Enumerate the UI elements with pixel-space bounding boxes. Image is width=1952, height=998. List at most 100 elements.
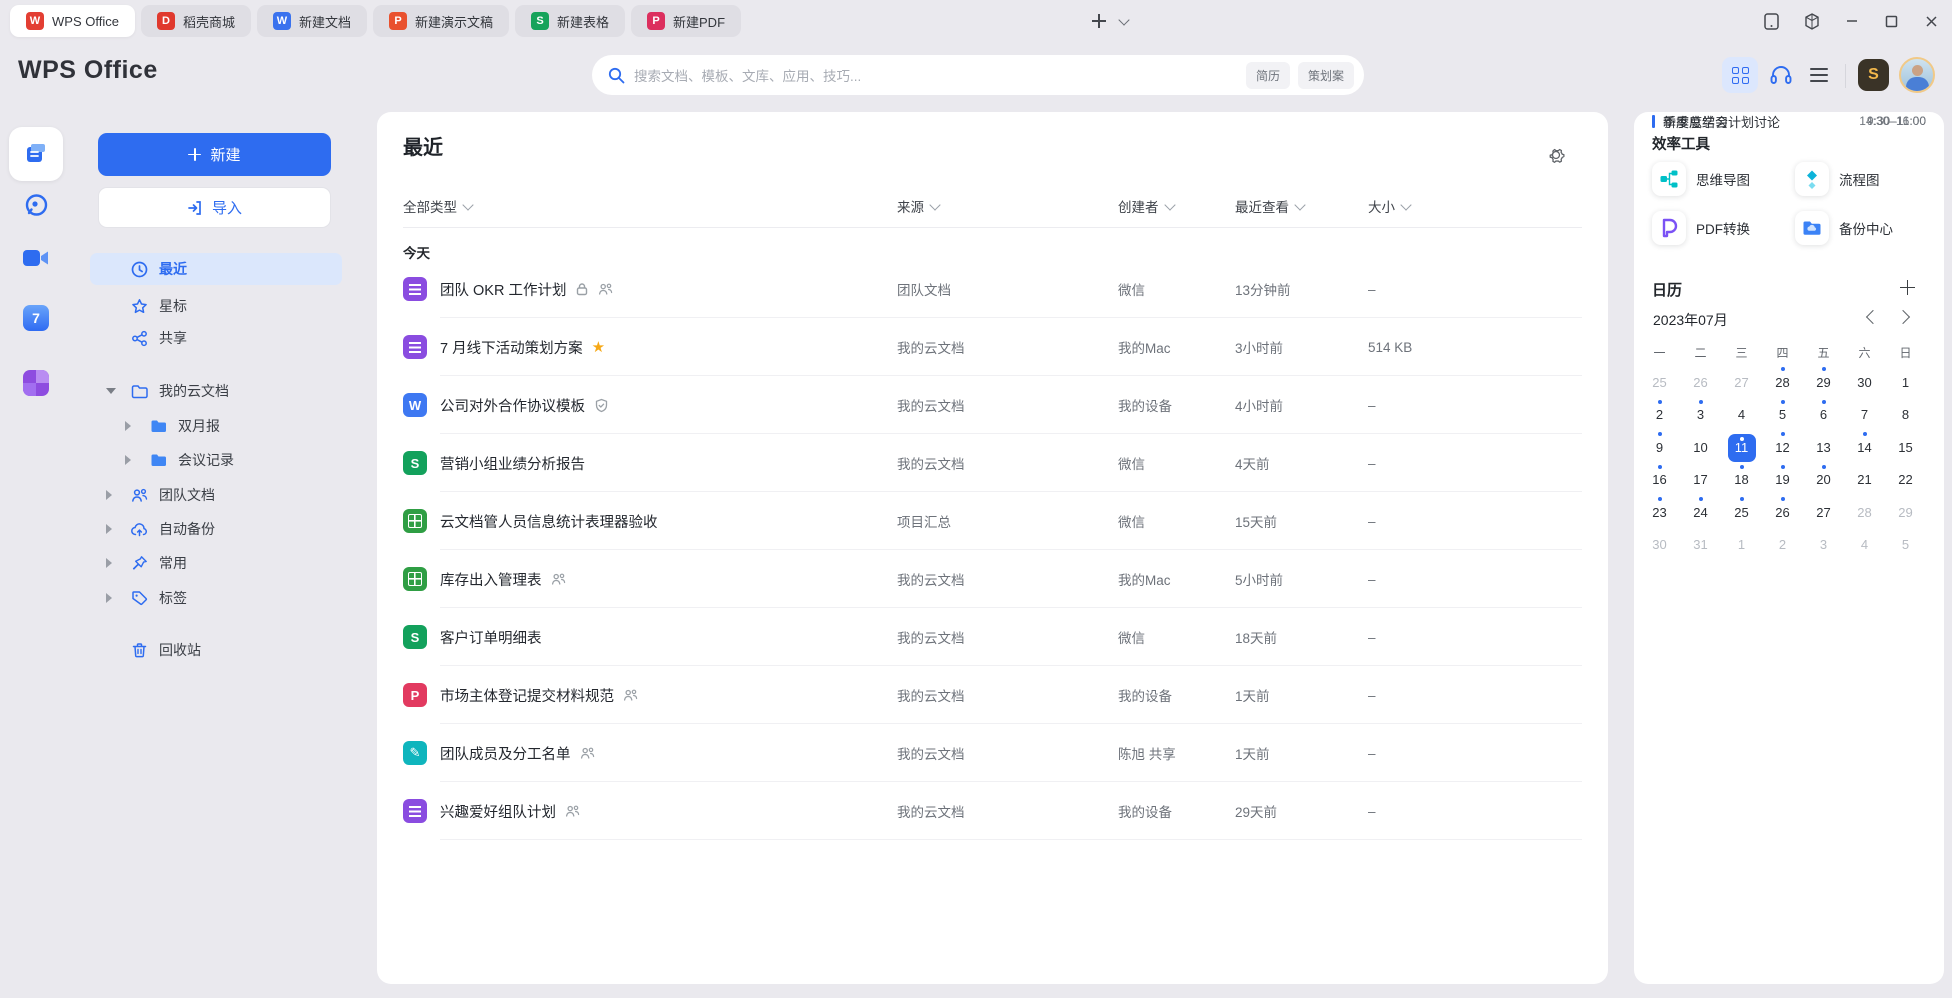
rail-item-apps[interactable]: [9, 361, 63, 405]
calendar-day[interactable]: 30: [1639, 529, 1680, 562]
calendar-day[interactable]: 15: [1885, 431, 1926, 464]
new-document-button[interactable]: 新建: [98, 133, 331, 176]
calendar-day[interactable]: 12: [1762, 431, 1803, 464]
global-menu-button[interactable]: [1810, 68, 1828, 82]
calendar-day[interactable]: 16: [1639, 464, 1680, 497]
search-bar[interactable]: 搜索文档、模板、文库、应用、技巧... 简历 策划案: [592, 55, 1364, 95]
close-button[interactable]: [1923, 13, 1940, 30]
calendar-day[interactable]: 3: [1803, 529, 1844, 562]
app-tab[interactable]: S 新建表格: [515, 5, 625, 37]
app-tab[interactable]: P 新建演示文稿: [373, 5, 509, 37]
maximize-button[interactable]: [1883, 13, 1900, 30]
calendar-day[interactable]: 13: [1803, 431, 1844, 464]
sidebar-item-team-docs[interactable]: 团队文档: [90, 479, 342, 511]
tool-pdf-convert[interactable]: PDF转换: [1652, 210, 1750, 246]
app-tab[interactable]: D 稻壳商城: [141, 5, 251, 37]
calendar-next-button[interactable]: [1896, 310, 1910, 324]
tool-mindmap[interactable]: 思维导图: [1652, 161, 1750, 197]
calendar-day[interactable]: 4: [1844, 529, 1885, 562]
calendar-day[interactable]: 25: [1639, 366, 1680, 399]
calendar-day[interactable]: 28: [1844, 496, 1885, 529]
add-event-button[interactable]: [1900, 280, 1915, 295]
calendar-day[interactable]: 24: [1680, 496, 1721, 529]
filter-last-viewed[interactable]: 最近查看: [1235, 196, 1304, 216]
expand-triangle-icon[interactable]: [125, 421, 131, 431]
calendar-day[interactable]: 21: [1844, 464, 1885, 497]
app-tab[interactable]: W WPS Office: [10, 5, 135, 37]
file-row[interactable]: 团队 OKR 工作计划 团队文档 微信 13分钟前 –: [377, 260, 1608, 318]
user-avatar[interactable]: [1899, 57, 1935, 93]
expand-triangle-icon[interactable]: [106, 490, 112, 500]
calendar-day[interactable]: 5: [1885, 529, 1926, 562]
new-tab-button[interactable]: [1092, 14, 1106, 28]
app-tab[interactable]: W 新建文档: [257, 5, 367, 37]
minimize-button[interactable]: [1843, 13, 1860, 30]
calendar-prev-button[interactable]: [1866, 310, 1880, 324]
expand-triangle-icon[interactable]: [125, 455, 131, 465]
file-row[interactable]: 库存出入管理表 我的云文档 我的Mac 5小时前 –: [377, 550, 1608, 608]
app-tab[interactable]: P 新建PDF: [631, 5, 741, 37]
rail-item-meeting[interactable]: [9, 236, 63, 280]
calendar-day[interactable]: 9: [1639, 431, 1680, 464]
calendar-day[interactable]: 2: [1762, 529, 1803, 562]
settings-gear-icon[interactable]: [1545, 144, 1567, 166]
sidebar-item-frequent[interactable]: 常用: [90, 547, 342, 579]
calendar-event[interactable]: 新季度学习计划讨论 14:30–16:00: [1652, 112, 1926, 130]
filter-creator[interactable]: 创建者: [1118, 196, 1174, 216]
calendar-day[interactable]: 11: [1721, 431, 1762, 464]
calendar-day[interactable]: 28: [1762, 366, 1803, 399]
calendar-day[interactable]: 31: [1680, 529, 1721, 562]
workspace-box-icon[interactable]: [1803, 13, 1820, 30]
calendar-day[interactable]: 5: [1762, 399, 1803, 432]
file-row[interactable]: P 市场主体登记提交材料规范 我的云文档 我的设备 1天前 –: [377, 666, 1608, 724]
file-row[interactable]: S 营销小组业绩分析报告 我的云文档 微信 4天前 –: [377, 434, 1608, 492]
expand-triangle-icon[interactable]: [106, 593, 112, 603]
calendar-day[interactable]: 17: [1680, 464, 1721, 497]
sidebar-item-meeting-notes[interactable]: 会议记录: [90, 444, 342, 476]
calendar-day[interactable]: 2: [1639, 399, 1680, 432]
calendar-day[interactable]: 25: [1721, 496, 1762, 529]
calendar-day[interactable]: 4: [1721, 399, 1762, 432]
calendar-day[interactable]: 18: [1721, 464, 1762, 497]
rail-item-docs[interactable]: [9, 127, 63, 181]
file-row[interactable]: S 客户订单明细表 我的云文档 微信 18天前 –: [377, 608, 1608, 666]
sidebar-item-tags[interactable]: 标签: [90, 582, 342, 614]
calendar-day[interactable]: 1: [1721, 529, 1762, 562]
calendar-day[interactable]: 26: [1680, 366, 1721, 399]
rail-item-chat[interactable]: [9, 183, 63, 227]
expand-triangle-icon[interactable]: [106, 524, 112, 534]
collapse-triangle-icon[interactable]: [106, 388, 116, 394]
tool-flowchart[interactable]: 流程图: [1795, 161, 1880, 197]
sidebar-item-bimonthly[interactable]: 双月报: [90, 410, 342, 442]
calendar-day[interactable]: 10: [1680, 431, 1721, 464]
import-button[interactable]: 导入: [98, 187, 331, 228]
calendar-day[interactable]: 27: [1721, 366, 1762, 399]
mobile-link-icon[interactable]: [1763, 13, 1780, 30]
calendar-day[interactable]: 1: [1885, 366, 1926, 399]
membership-badge[interactable]: S: [1858, 59, 1889, 91]
calendar-day[interactable]: 6: [1803, 399, 1844, 432]
apps-grid-button[interactable]: [1722, 57, 1758, 93]
filter-all-types[interactable]: 全部类型: [403, 196, 472, 216]
sidebar-item-my-cloud-docs[interactable]: 我的云文档: [90, 375, 342, 407]
calendar-day[interactable]: 3: [1680, 399, 1721, 432]
file-row[interactable]: 7 月线下活动策划方案 ★ 我的云文档 我的Mac 3小时前 514 KB: [377, 318, 1608, 376]
calendar-day[interactable]: 27: [1803, 496, 1844, 529]
sidebar-item-starred[interactable]: 星标: [90, 290, 342, 322]
sidebar-item-recent[interactable]: 最近: [90, 253, 342, 285]
search-tag-resume[interactable]: 简历: [1246, 62, 1290, 89]
calendar-day[interactable]: 19: [1762, 464, 1803, 497]
tab-list-dropdown-icon[interactable]: [1118, 14, 1129, 25]
expand-triangle-icon[interactable]: [106, 558, 112, 568]
calendar-day[interactable]: 22: [1885, 464, 1926, 497]
rail-item-calendar[interactable]: 7: [9, 296, 63, 340]
calendar-day[interactable]: 26: [1762, 496, 1803, 529]
calendar-day[interactable]: 29: [1885, 496, 1926, 529]
filter-source[interactable]: 来源: [897, 196, 939, 216]
calendar-day[interactable]: 14: [1844, 431, 1885, 464]
calendar-day[interactable]: 8: [1885, 399, 1926, 432]
tool-backup-center[interactable]: 备份中心: [1795, 210, 1893, 246]
file-row[interactable]: W 公司对外合作协议模板 我的云文档 我的设备 4小时前 –: [377, 376, 1608, 434]
calendar-day[interactable]: 29: [1803, 366, 1844, 399]
search-tag-proposal[interactable]: 策划案: [1298, 62, 1354, 89]
